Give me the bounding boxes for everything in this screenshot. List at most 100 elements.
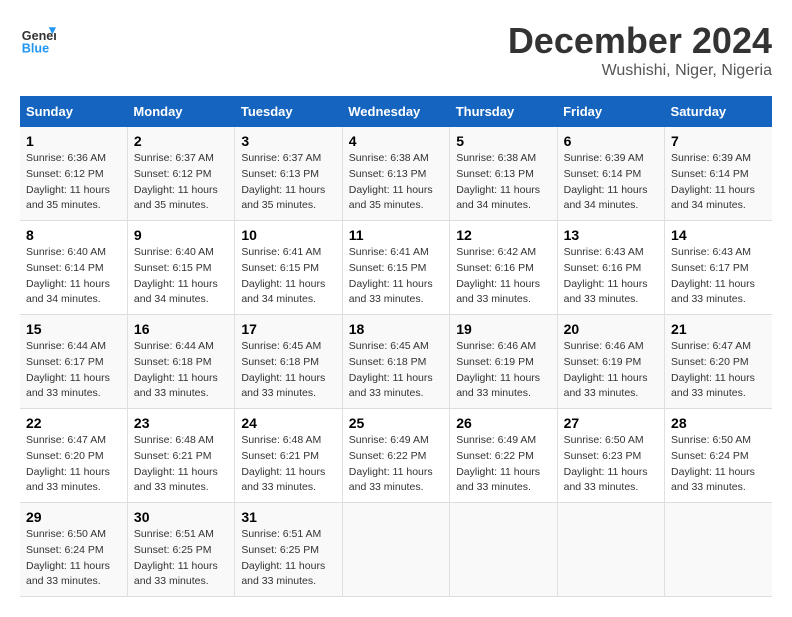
- calendar-day-cell: 22 Sunrise: 6:47 AMSunset: 6:20 PMDayligh…: [20, 409, 127, 503]
- calendar-day-cell: 3 Sunrise: 6:37 AMSunset: 6:13 PMDaylight…: [235, 127, 342, 221]
- day-info: Sunrise: 6:49 AMSunset: 6:22 PMDaylight:…: [456, 433, 550, 496]
- calendar-day-cell: 5Sunrise: 6:38 AMSunset: 6:13 PMDaylight…: [450, 127, 557, 221]
- day-info: Sunrise: 6:46 AMSunset: 6:19 PMDaylight:…: [564, 339, 658, 402]
- calendar-day-cell: 21 Sunrise: 6:47 AMSunset: 6:20 PMDayligh…: [665, 315, 772, 409]
- day-number: 14: [671, 227, 766, 243]
- day-number: 11: [349, 227, 443, 243]
- calendar-day-cell: 11 Sunrise: 6:41 AMSunset: 6:15 PMDayligh…: [342, 221, 449, 315]
- weekday-header-row: SundayMondayTuesdayWednesdayThursdayFrid…: [20, 96, 772, 127]
- day-number: 7: [671, 133, 766, 149]
- day-number: 15: [26, 321, 121, 337]
- day-info: Sunrise: 6:47 AMSunset: 6:20 PMDaylight:…: [26, 433, 121, 496]
- day-number: 31: [241, 509, 335, 525]
- calendar-day-cell: 9 Sunrise: 6:40 AMSunset: 6:15 PMDaylight…: [127, 221, 234, 315]
- day-info: Sunrise: 6:50 AMSunset: 6:24 PMDaylight:…: [671, 433, 766, 496]
- day-number: 25: [349, 415, 443, 431]
- weekday-header: Thursday: [450, 96, 557, 127]
- day-number: 20: [564, 321, 658, 337]
- day-number: 6: [564, 133, 658, 149]
- calendar-day-cell: 25 Sunrise: 6:49 AMSunset: 6:22 PMDayligh…: [342, 409, 449, 503]
- calendar-day-cell: 19 Sunrise: 6:46 AMSunset: 6:19 PMDayligh…: [450, 315, 557, 409]
- day-info: Sunrise: 6:43 AMSunset: 6:16 PMDaylight:…: [564, 245, 658, 308]
- logo-icon: General Blue: [20, 20, 56, 56]
- day-number: 9: [134, 227, 228, 243]
- calendar-week-row: 15 Sunrise: 6:44 AMSunset: 6:17 PMDayligh…: [20, 315, 772, 409]
- calendar-week-row: 22 Sunrise: 6:47 AMSunset: 6:20 PMDayligh…: [20, 409, 772, 503]
- calendar-day-cell: 16 Sunrise: 6:44 AMSunset: 6:18 PMDayligh…: [127, 315, 234, 409]
- calendar-day-cell: [450, 503, 557, 597]
- day-number: 2: [134, 133, 228, 149]
- calendar-day-cell: 8 Sunrise: 6:40 AMSunset: 6:14 PMDaylight…: [20, 221, 127, 315]
- day-info: Sunrise: 6:44 AMSunset: 6:17 PMDaylight:…: [26, 339, 121, 402]
- day-info: Sunrise: 6:47 AMSunset: 6:20 PMDaylight:…: [671, 339, 766, 402]
- weekday-header: Friday: [557, 96, 664, 127]
- calendar-day-cell: 26Sunrise: 6:49 AMSunset: 6:22 PMDayligh…: [450, 409, 557, 503]
- day-number: 16: [134, 321, 228, 337]
- day-info: Sunrise: 6:44 AMSunset: 6:18 PMDaylight:…: [134, 339, 228, 402]
- day-info: Sunrise: 6:48 AMSunset: 6:21 PMDaylight:…: [134, 433, 228, 496]
- calendar-day-cell: 28 Sunrise: 6:50 AMSunset: 6:24 PMDayligh…: [665, 409, 772, 503]
- day-info: Sunrise: 6:36 AMSunset: 6:12 PMDaylight:…: [26, 151, 121, 214]
- day-info: Sunrise: 6:38 AMSunset: 6:13 PMDaylight:…: [456, 151, 550, 214]
- day-info: Sunrise: 6:37 AMSunset: 6:13 PMDaylight:…: [241, 151, 335, 214]
- calendar-day-cell: 29 Sunrise: 6:50 AMSunset: 6:24 PMDayligh…: [20, 503, 127, 597]
- day-number: 8: [26, 227, 121, 243]
- day-number: 17: [241, 321, 335, 337]
- day-info: Sunrise: 6:39 AMSunset: 6:14 PMDaylight:…: [564, 151, 658, 214]
- location-subtitle: Wushishi, Niger, Nigeria: [508, 62, 772, 80]
- day-number: 29: [26, 509, 121, 525]
- calendar-day-cell: 1 Sunrise: 6:36 AMSunset: 6:12 PMDaylight…: [20, 127, 127, 221]
- day-info: Sunrise: 6:43 AMSunset: 6:17 PMDaylight:…: [671, 245, 766, 308]
- weekday-header: Monday: [127, 96, 234, 127]
- day-number: 28: [671, 415, 766, 431]
- day-info: Sunrise: 6:40 AMSunset: 6:15 PMDaylight:…: [134, 245, 228, 308]
- day-info: Sunrise: 6:46 AMSunset: 6:19 PMDaylight:…: [456, 339, 550, 402]
- day-info: Sunrise: 6:49 AMSunset: 6:22 PMDaylight:…: [349, 433, 443, 496]
- calendar-day-cell: 18 Sunrise: 6:45 AMSunset: 6:18 PMDayligh…: [342, 315, 449, 409]
- calendar-day-cell: 12Sunrise: 6:42 AMSunset: 6:16 PMDayligh…: [450, 221, 557, 315]
- calendar-day-cell: 4 Sunrise: 6:38 AMSunset: 6:13 PMDaylight…: [342, 127, 449, 221]
- title-block: December 2024 Wushishi, Niger, Nigeria: [508, 20, 772, 80]
- day-info: Sunrise: 6:48 AMSunset: 6:21 PMDaylight:…: [241, 433, 335, 496]
- day-info: Sunrise: 6:41 AMSunset: 6:15 PMDaylight:…: [349, 245, 443, 308]
- day-info: Sunrise: 6:45 AMSunset: 6:18 PMDaylight:…: [241, 339, 335, 402]
- weekday-header: Wednesday: [342, 96, 449, 127]
- svg-text:Blue: Blue: [22, 41, 49, 55]
- day-info: Sunrise: 6:50 AMSunset: 6:24 PMDaylight:…: [26, 527, 121, 590]
- day-number: 10: [241, 227, 335, 243]
- month-title: December 2024: [508, 20, 772, 62]
- calendar-week-row: 29 Sunrise: 6:50 AMSunset: 6:24 PMDayligh…: [20, 503, 772, 597]
- day-number: 13: [564, 227, 658, 243]
- calendar-day-cell: 23Sunrise: 6:48 AMSunset: 6:21 PMDayligh…: [127, 409, 234, 503]
- weekday-header: Tuesday: [235, 96, 342, 127]
- calendar-day-cell: 14 Sunrise: 6:43 AMSunset: 6:17 PMDayligh…: [665, 221, 772, 315]
- day-info: Sunrise: 6:51 AMSunset: 6:25 PMDaylight:…: [134, 527, 228, 590]
- day-info: Sunrise: 6:50 AMSunset: 6:23 PMDaylight:…: [564, 433, 658, 496]
- calendar-day-cell: 2 Sunrise: 6:37 AMSunset: 6:12 PMDaylight…: [127, 127, 234, 221]
- calendar-day-cell: 6 Sunrise: 6:39 AMSunset: 6:14 PMDaylight…: [557, 127, 664, 221]
- calendar-day-cell: 27 Sunrise: 6:50 AMSunset: 6:23 PMDayligh…: [557, 409, 664, 503]
- day-number: 22: [26, 415, 121, 431]
- day-number: 19: [456, 321, 550, 337]
- calendar-week-row: 8 Sunrise: 6:40 AMSunset: 6:14 PMDaylight…: [20, 221, 772, 315]
- day-number: 18: [349, 321, 443, 337]
- day-number: 24: [241, 415, 335, 431]
- day-info: Sunrise: 6:40 AMSunset: 6:14 PMDaylight:…: [26, 245, 121, 308]
- day-info: Sunrise: 6:37 AMSunset: 6:12 PMDaylight:…: [134, 151, 228, 214]
- weekday-header: Sunday: [20, 96, 127, 127]
- calendar-day-cell: [342, 503, 449, 597]
- day-info: Sunrise: 6:38 AMSunset: 6:13 PMDaylight:…: [349, 151, 443, 214]
- weekday-header: Saturday: [665, 96, 772, 127]
- calendar-day-cell: 17 Sunrise: 6:45 AMSunset: 6:18 PMDayligh…: [235, 315, 342, 409]
- calendar-day-cell: 10 Sunrise: 6:41 AMSunset: 6:15 PMDayligh…: [235, 221, 342, 315]
- day-number: 27: [564, 415, 658, 431]
- day-info: Sunrise: 6:39 AMSunset: 6:14 PMDaylight:…: [671, 151, 766, 214]
- calendar-day-cell: 30Sunrise: 6:51 AMSunset: 6:25 PMDayligh…: [127, 503, 234, 597]
- day-info: Sunrise: 6:41 AMSunset: 6:15 PMDaylight:…: [241, 245, 335, 308]
- calendar-day-cell: [557, 503, 664, 597]
- day-number: 4: [349, 133, 443, 149]
- day-number: 1: [26, 133, 121, 149]
- day-number: 21: [671, 321, 766, 337]
- day-number: 3: [241, 133, 335, 149]
- day-info: Sunrise: 6:45 AMSunset: 6:18 PMDaylight:…: [349, 339, 443, 402]
